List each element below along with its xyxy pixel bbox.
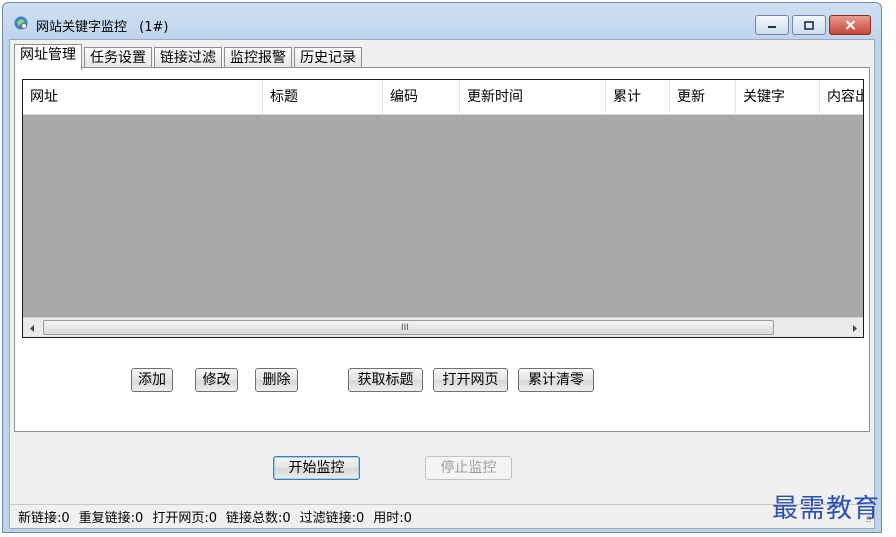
url-list[interactable]: 网址 标题 编码 更新时间 累计 更新 关键字 内容出 III <box>22 79 864 338</box>
status-new-links: 新链接:0 <box>18 511 70 526</box>
delete-button[interactable]: 删除 <box>255 368 298 392</box>
close-button[interactable] <box>829 15 871 35</box>
column-encoding[interactable]: 编码 <box>383 80 460 115</box>
list-body[interactable] <box>23 115 863 317</box>
tab-link-filter[interactable]: 链接过滤 <box>154 47 222 69</box>
window-instance: (1#) <box>139 20 169 35</box>
column-keyword[interactable]: 关键字 <box>736 80 820 115</box>
main-window: 网站关键字监控 (1#) 网址管理 任务设置 链接过滤 监控报警 历史记录 网址… <box>2 2 882 533</box>
scroll-right-button[interactable] <box>845 318 863 337</box>
fetch-title-button[interactable]: 获取标题 <box>348 368 423 392</box>
window-title: 网站关键字监控 (1#) <box>36 16 168 35</box>
tab-task-settings[interactable]: 任务设置 <box>84 47 152 69</box>
column-url[interactable]: 网址 <box>23 80 263 115</box>
stop-monitor-button[interactable]: 停止监控 <box>425 456 512 480</box>
app-logo-icon <box>14 16 28 30</box>
status-filtered-links: 过滤链接:0 <box>299 511 365 526</box>
window-title-text: 网站关键字监控 <box>36 20 128 35</box>
scroll-left-button[interactable] <box>23 318 41 337</box>
scrollbar-grip: III <box>401 323 409 333</box>
url-management-panel: 网址 标题 编码 更新时间 累计 更新 关键字 内容出 III <box>14 67 870 432</box>
watermark: 最需教育 <box>772 494 881 524</box>
column-cumulative[interactable]: 累计 <box>606 80 670 115</box>
status-opened-pages: 打开网页:0 <box>152 511 217 526</box>
maximize-button[interactable] <box>792 15 826 35</box>
minimize-button[interactable] <box>755 15 789 35</box>
title-bar[interactable]: 网站关键字监控 (1#) <box>3 3 881 37</box>
client-area: 网址管理 任务设置 链接过滤 监控报警 历史记录 网址 标题 编码 更新时间 累… <box>9 39 875 529</box>
scroll-left-icon <box>29 324 34 332</box>
column-update-time[interactable]: 更新时间 <box>460 80 606 115</box>
scroll-right-icon <box>852 324 857 332</box>
column-updates[interactable]: 更新 <box>670 80 736 115</box>
status-duplicate-links: 重复链接:0 <box>78 511 144 526</box>
open-page-button[interactable]: 打开网页 <box>433 368 508 392</box>
scrollbar-thumb[interactable]: III <box>43 320 774 335</box>
start-monitor-button[interactable]: 开始监控 <box>273 456 360 480</box>
tab-strip: 网址管理 任务设置 链接过滤 监控报警 历史记录 <box>14 44 364 70</box>
reset-count-button[interactable]: 累计清零 <box>518 368 594 392</box>
minimize-icon <box>768 26 776 28</box>
list-header: 网址 标题 编码 更新时间 累计 更新 关键字 内容出 <box>23 80 863 115</box>
horizontal-scrollbar[interactable]: III <box>23 317 863 337</box>
tab-history[interactable]: 历史记录 <box>294 47 362 69</box>
close-icon <box>845 20 855 30</box>
tab-monitor-alert[interactable]: 监控报警 <box>224 47 292 69</box>
tab-url-management[interactable]: 网址管理 <box>14 44 82 70</box>
column-title[interactable]: 标题 <box>263 80 383 115</box>
maximize-icon <box>804 20 814 30</box>
status-bar: 新链接:0 重复链接:0 打开网页:0 链接总数:0 过滤链接:0 用时:0 ⠿ <box>10 504 874 528</box>
status-total-links: 链接总数:0 <box>225 511 291 526</box>
add-button[interactable]: 添加 <box>131 368 173 392</box>
status-elapsed: 用时:0 <box>373 511 412 526</box>
edit-button[interactable]: 修改 <box>195 368 238 392</box>
column-content[interactable]: 内容出 <box>820 80 863 115</box>
